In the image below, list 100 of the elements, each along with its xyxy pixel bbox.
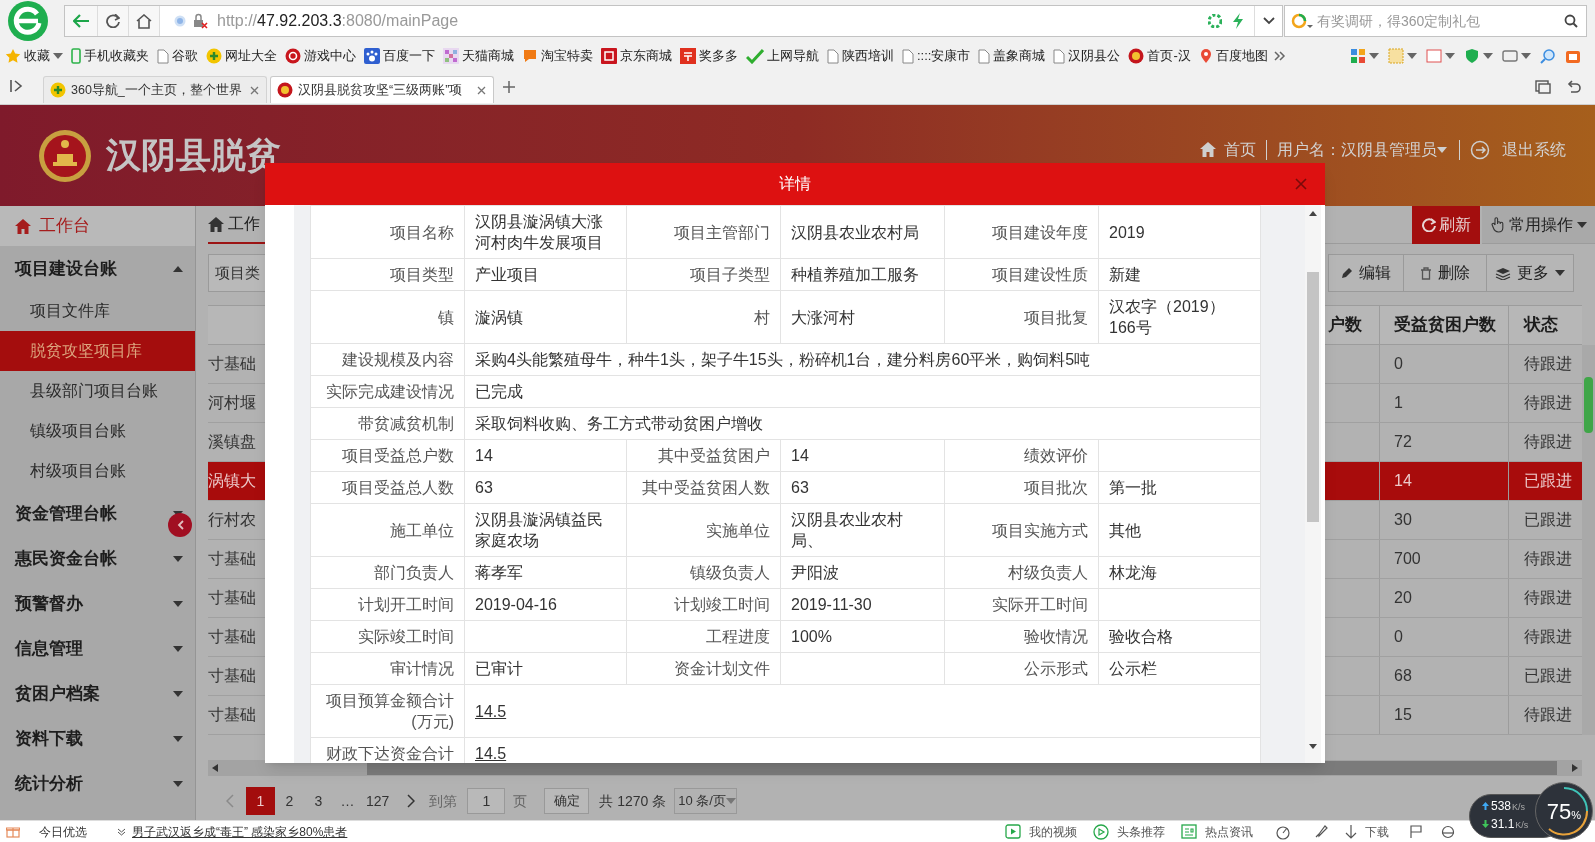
bookmark[interactable]: 淘宝特卖 [522,46,593,66]
sidebar-item[interactable]: 镇级项目台账 [0,411,195,451]
window-icon[interactable] [1535,79,1551,94]
undo-icon[interactable] [1567,79,1581,94]
more-chevron-icon[interactable] [1273,51,1286,61]
chevron-down-icon[interactable] [117,827,126,836]
refresh-button[interactable]: 刷新 [1412,206,1480,244]
page-button[interactable]: … [333,787,362,815]
sidebar-item[interactable]: 项目文件库 [0,291,195,331]
toolbar-button[interactable] [1426,48,1455,64]
home-link[interactable]: 首页 [1224,137,1256,162]
page-size-select[interactable]: 10 条/页 [674,788,738,814]
page-button[interactable]: 1 [246,787,275,815]
page-button[interactable]: 3 [304,787,333,815]
bookmark[interactable]: 汉阴县公 [1053,46,1121,66]
amount-link[interactable]: 14.5 [475,745,507,762]
browser-tab[interactable]: 汉阴县脱贫攻坚“三级两账”项 [270,76,494,103]
bookmark[interactable]: 百度地图 [1198,46,1268,66]
sidebar-group[interactable]: 预警督办 [0,581,195,626]
shield-icon [1464,48,1480,64]
sidebar-item[interactable]: 村级项目台账 [0,451,195,491]
close-icon[interactable] [250,85,259,95]
rocket-icon[interactable] [1313,823,1329,840]
dialog-scrollbar[interactable] [1305,205,1321,763]
bookmark[interactable]: 上网导航 [746,46,819,66]
bookmark[interactable]: 首页-汉 [1128,46,1191,66]
sidebar-item[interactable]: 脱贫攻坚项目库 [0,331,195,371]
toolbar-button[interactable] [1502,48,1531,64]
toolbar-button[interactable] [1350,48,1379,64]
action-button[interactable]: 更多 [1486,254,1574,292]
sidebar-group[interactable]: 资料下载 [0,716,195,761]
hand-icon [1490,216,1505,233]
bookmark[interactable]: 网址大全 [206,46,277,66]
common-ops-button[interactable]: 常用操作 [1482,206,1595,244]
toolbar-button[interactable] [1388,48,1417,64]
page-input[interactable]: 1 [467,788,506,814]
status-item[interactable]: 我的视频 [1005,822,1077,841]
bookmark[interactable]: 谷歌 [157,46,198,66]
status-item[interactable]: 头条推荐 [1093,822,1165,841]
sidebar-item[interactable]: 工作台 [0,206,195,246]
today-picks-link[interactable]: 今日优选 [39,822,87,841]
caret-icon [1407,53,1417,59]
flag-icon[interactable] [1409,824,1423,839]
page-button[interactable]: 127 [362,787,394,815]
total-count: 共 1270 条 [599,791,667,811]
new-tab-icon[interactable] [503,80,515,93]
bookmark[interactable]: 天猫商城 [443,46,514,66]
logo-icon[interactable] [6,1,50,41]
field-value: 大涨河村 [780,290,945,344]
search-input[interactable]: 有奖调研，得360定制礼包 [1317,10,1564,32]
chevron-left-icon [176,520,184,530]
field-value: 漩涡镇 [464,290,627,344]
search-box[interactable]: 有奖调研，得360定制礼包 [1284,5,1587,37]
column-header[interactable]: 状态 [1508,306,1582,344]
bookmark[interactable]: 陕西培训 [827,46,894,66]
sidebar-toggle-icon[interactable] [10,78,24,93]
confirm-button[interactable]: 确定 [544,788,590,814]
zoom-icon[interactable] [1540,48,1556,64]
next-page-icon[interactable] [407,794,416,808]
bookmark[interactable]: 游戏中心 [285,46,356,66]
bookmark[interactable]: 奖多多 [680,46,738,66]
sidebar-group[interactable]: 贫困户档案 [0,671,195,716]
speedometer-icon[interactable] [1275,823,1291,840]
sidebar-group[interactable]: 惠民资金台帐 [0,536,195,581]
field-label: 计划开工时间 [310,588,465,621]
bookmark[interactable]: 手机收藏夹 [71,46,149,66]
logout-link[interactable]: 退出系统 [1502,137,1566,162]
browser-icon[interactable] [1441,824,1455,839]
field-label: 项目批复 [944,290,1099,344]
action-button[interactable]: 删除 [1403,254,1487,292]
status-item[interactable]: 热点资讯 [1181,822,1253,841]
tv-icon[interactable] [1565,48,1581,64]
scrollbar[interactable] [1582,345,1595,735]
bookmark[interactable]: 百度一下 [364,46,435,66]
toolbar-button[interactable] [1464,48,1493,64]
page-button[interactable]: 2 [275,787,304,815]
user-name[interactable]: 用户名：汉阴县管理员 [1277,137,1437,162]
bookmark[interactable]: 京东商城 [601,46,672,66]
news-link[interactable]: 男子武汉返乡成“毒王” 感染家乡80%患者 [132,822,348,841]
bookmark[interactable]: 盖象商城 [978,46,1046,66]
column-header[interactable]: 户数 [1325,306,1379,344]
table-cell: 1 [1379,384,1508,422]
table-cell-text: 河村堰 [208,393,257,413]
action-button[interactable]: 编辑 [1328,254,1404,292]
sidebar-group[interactable]: 项目建设台账 [0,246,195,291]
column-header[interactable]: 受益贫困户数 [1379,306,1508,344]
close-icon[interactable] [477,85,486,95]
amount-link[interactable]: 14.5 [475,702,507,720]
bookmark[interactable]: 收藏 [5,46,63,66]
sidebar-group[interactable]: 统计分析 [0,761,195,806]
sidebar-group[interactable]: 信息管理 [0,626,195,671]
field-label: 项目预算金额合计(万元) [310,684,465,738]
status-item[interactable]: 下载 [1345,822,1389,841]
browser-tab[interactable]: 360导航_一个主页，整个世界 [43,76,267,103]
field-label: 其中受益贫困人数 [626,471,781,504]
document-icon [827,48,839,64]
arrow-right-icon [1572,764,1578,772]
sidebar-item[interactable]: 县级部门项目台账 [0,371,195,411]
bookmark[interactable]: ::::安康市 [902,46,971,66]
document-icon [978,48,991,64]
